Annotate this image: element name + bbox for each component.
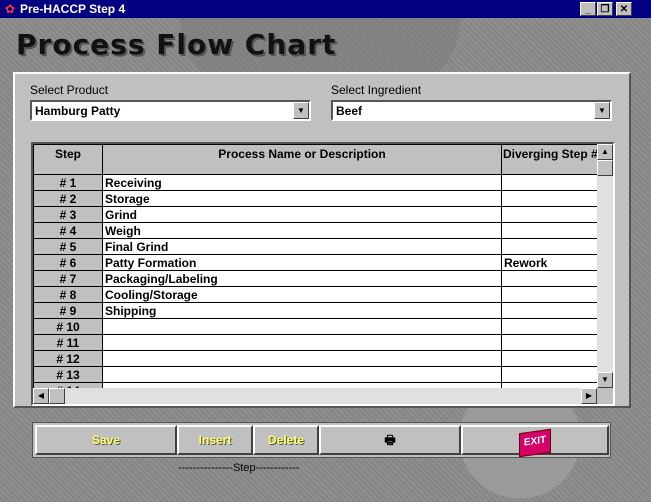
name-cell[interactable]: Weigh: [102, 222, 502, 239]
scroll-left-icon[interactable]: ◀: [33, 388, 49, 404]
action-bar: Save Insert Delete 🖶 EXIT: [32, 422, 611, 458]
name-cell[interactable]: Packaging/Labeling: [102, 270, 502, 287]
title-bar: ✿ Pre-HACCP Step 4 _ ❐ ✕: [0, 0, 651, 18]
step-cell[interactable]: # 7: [33, 270, 103, 287]
diverging-cell[interactable]: [501, 222, 605, 239]
name-cell[interactable]: [102, 318, 502, 335]
diverging-cell[interactable]: [501, 238, 605, 255]
diverging-cell[interactable]: [501, 174, 605, 191]
app-icon: ✿: [4, 2, 16, 16]
step-cell[interactable]: # 12: [33, 350, 103, 367]
diverging-cell[interactable]: [501, 334, 605, 351]
step-cell[interactable]: # 3: [33, 206, 103, 223]
chevron-down-icon[interactable]: ▼: [293, 102, 309, 119]
diverging-cell[interactable]: [501, 318, 605, 335]
process-grid[interactable]: Step Process Name or Description Divergi…: [31, 142, 615, 406]
ingredient-select[interactable]: Beef ▼: [331, 100, 612, 121]
scroll-up-icon[interactable]: ▲: [597, 144, 613, 160]
table-row[interactable]: # 7 Packaging/Labeling: [33, 270, 605, 287]
step-caption: ---------------Step------------: [178, 462, 300, 474]
minimize-button[interactable]: _: [580, 2, 596, 16]
close-button[interactable]: ✕: [616, 2, 632, 16]
ingredient-value: Beef: [336, 104, 363, 118]
diverging-cell[interactable]: [501, 350, 605, 367]
name-cell[interactable]: Shipping: [102, 302, 502, 319]
col-step-header: Step: [33, 144, 103, 175]
table-row[interactable]: # 11: [33, 334, 605, 351]
diverging-cell[interactable]: [501, 270, 605, 287]
table-row[interactable]: # 9 Shipping: [33, 302, 605, 319]
step-cell[interactable]: # 5: [33, 238, 103, 255]
step-cell[interactable]: # 1: [33, 174, 103, 191]
step-cell[interactable]: # 4: [33, 222, 103, 239]
col-name-header: Process Name or Description: [102, 144, 502, 175]
step-cell[interactable]: # 9: [33, 302, 103, 319]
table-row[interactable]: # 12: [33, 350, 605, 367]
name-cell[interactable]: Cooling/Storage: [102, 286, 502, 303]
print-button[interactable]: 🖶: [319, 425, 461, 455]
step-cell[interactable]: # 11: [33, 334, 103, 351]
process-table: Step Process Name or Description Divergi…: [33, 144, 605, 399]
diverging-cell[interactable]: [501, 302, 605, 319]
name-cell[interactable]: Grind: [102, 206, 502, 223]
diverging-cell[interactable]: [501, 366, 605, 383]
diverging-cell[interactable]: Rework: [501, 254, 605, 271]
restore-button[interactable]: ❐: [597, 2, 613, 16]
step-cell[interactable]: # 6: [33, 254, 103, 271]
col-diverging-header: Diverging Step #: [501, 144, 605, 175]
product-label: Select Product: [30, 83, 109, 97]
table-row[interactable]: # 10: [33, 318, 605, 335]
name-cell[interactable]: Final Grind: [102, 238, 502, 255]
window-title: Pre-HACCP Step 4: [20, 2, 126, 16]
printer-icon: 🖶: [384, 433, 396, 447]
ingredient-label: Select Ingredient: [331, 83, 422, 97]
chevron-down-icon[interactable]: ▼: [594, 102, 610, 119]
vertical-scrollbar[interactable]: ▲ ▼: [597, 144, 613, 388]
table-row[interactable]: # 13: [33, 366, 605, 383]
insert-button[interactable]: Insert: [177, 425, 253, 455]
name-cell[interactable]: [102, 350, 502, 367]
save-button[interactable]: Save: [35, 425, 177, 455]
exit-icon: EXIT: [519, 428, 551, 458]
exit-button[interactable]: EXIT: [461, 425, 609, 458]
table-row[interactable]: # 8 Cooling/Storage: [33, 286, 605, 303]
vertical-scroll-thumb[interactable]: [597, 160, 613, 176]
table-row[interactable]: # 4 Weigh: [33, 222, 605, 239]
table-row[interactable]: # 1 Receiving: [33, 174, 605, 191]
product-select[interactable]: Hamburg Patty ▼: [30, 100, 311, 121]
scroll-corner: [597, 388, 613, 404]
page-title: Process Flow Chart: [16, 28, 337, 61]
diverging-cell[interactable]: [501, 286, 605, 303]
table-row[interactable]: # 2 Storage: [33, 190, 605, 207]
name-cell[interactable]: [102, 366, 502, 383]
step-cell[interactable]: # 8: [33, 286, 103, 303]
horizontal-scrollbar[interactable]: ◀ ▶: [33, 388, 597, 404]
step-cell[interactable]: # 2: [33, 190, 103, 207]
scroll-down-icon[interactable]: ▼: [597, 372, 613, 388]
name-cell[interactable]: Patty Formation: [102, 254, 502, 271]
horizontal-scroll-thumb[interactable]: [49, 388, 65, 404]
name-cell[interactable]: Storage: [102, 190, 502, 207]
scroll-right-icon[interactable]: ▶: [581, 388, 597, 404]
diverging-cell[interactable]: [501, 206, 605, 223]
diverging-cell[interactable]: [501, 190, 605, 207]
product-value: Hamburg Patty: [35, 104, 121, 118]
delete-button[interactable]: Delete: [253, 425, 319, 455]
table-row[interactable]: # 5 Final Grind: [33, 238, 605, 255]
step-cell[interactable]: # 10: [33, 318, 103, 335]
name-cell[interactable]: [102, 334, 502, 351]
table-row[interactable]: # 3 Grind: [33, 206, 605, 223]
step-cell[interactable]: # 13: [33, 366, 103, 383]
table-row[interactable]: # 6 Patty Formation Rework: [33, 254, 605, 271]
main-panel: Select Product Hamburg Patty ▼ Select In…: [13, 72, 631, 408]
name-cell[interactable]: Receiving: [102, 174, 502, 191]
